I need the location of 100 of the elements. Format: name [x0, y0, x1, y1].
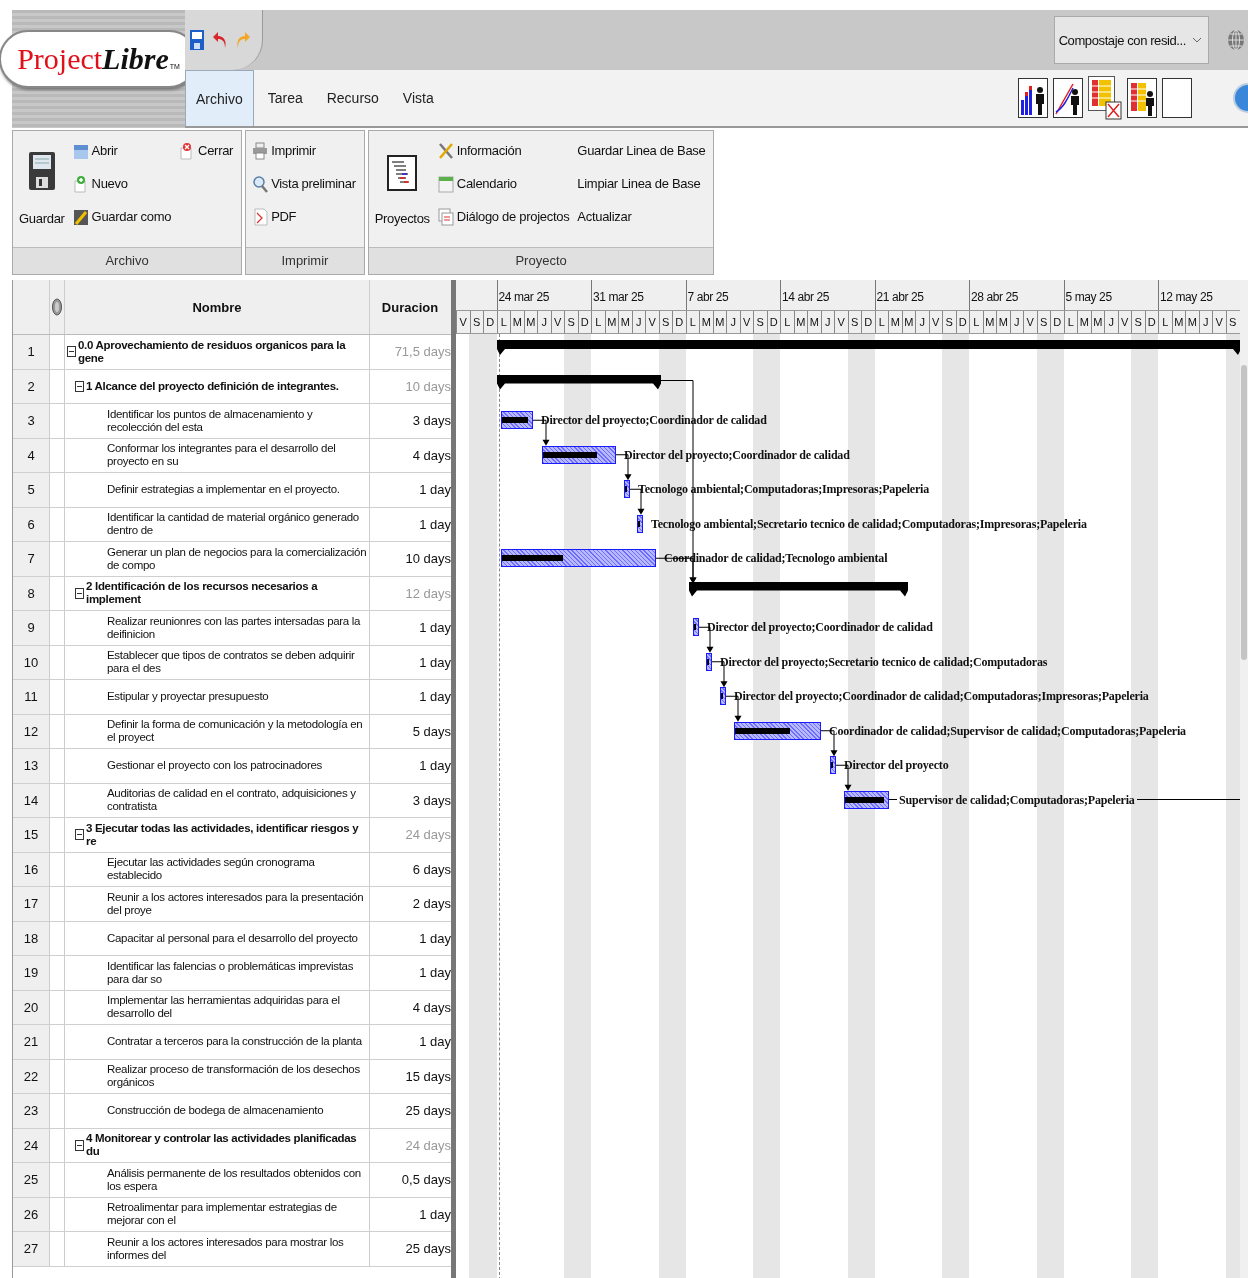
row-number: 1 — [13, 335, 50, 369]
magnifier-icon — [252, 174, 269, 193]
day-label: M — [1090, 311, 1104, 333]
week-label: 5 may 25 — [1063, 280, 1158, 310]
menu-tab[interactable]: Recurso — [316, 70, 389, 126]
globe-icon[interactable] — [1227, 29, 1245, 51]
summary-bar[interactable] — [689, 581, 908, 597]
duration-cell-text: 4 days — [411, 446, 452, 465]
printer-icon — [252, 141, 269, 160]
ribbon-button[interactable]: Diálogo de projectos — [435, 201, 572, 232]
ribbon-button[interactable]: Nuevo — [70, 168, 174, 199]
ribbon-button[interactable]: Proyectos — [372, 135, 432, 232]
duration-cell-text: 1 day — [418, 481, 452, 500]
day-label: V — [1117, 311, 1131, 333]
row-number: 10 — [13, 645, 50, 679]
task-bar[interactable] — [542, 445, 616, 464]
day-label: V — [645, 311, 659, 333]
row-number: 16 — [13, 852, 50, 886]
day-label: S — [942, 311, 956, 333]
task-name: Identificar las falencias o problemáticas imprevistas para dar so — [107, 959, 355, 986]
task-bar[interactable] — [693, 618, 699, 637]
scrollbar[interactable] — [1240, 280, 1248, 1278]
ribbon-button[interactable]: Imprimir — [250, 135, 358, 166]
resource-label: Director del proyecto;Coordinador de calidad — [707, 619, 933, 636]
ribbon-button[interactable]: Vista preliminar — [250, 168, 358, 199]
task-name: Análisis permanente de los resultados obtenidos con los espera — [107, 1166, 362, 1193]
day-label: L — [874, 311, 888, 333]
blank-view-icon[interactable] — [1162, 78, 1192, 118]
duration-cell-text: 25 days — [404, 1102, 452, 1121]
duration-cell-text: 10 days — [404, 550, 452, 569]
project-dropdown[interactable]: Compostaje con resid... — [1053, 16, 1209, 64]
ribbon-button[interactable]: Guardar como — [70, 201, 174, 232]
task-bar[interactable] — [624, 480, 630, 499]
task-bar[interactable] — [706, 652, 712, 671]
day-label: V — [739, 311, 753, 333]
day-label: M — [510, 311, 524, 333]
duration-cell-text: 1 day — [418, 929, 452, 948]
duration-cell-text: 25 days — [404, 1240, 452, 1259]
task-name: Generar un plan de negocios para la comercialización de compo — [107, 545, 368, 572]
day-label: L — [591, 311, 605, 333]
ribbon-button[interactable]: Abrir — [70, 135, 174, 166]
day-label: M — [982, 311, 996, 333]
task-name: Estipular y proyectar presupuesto — [107, 690, 269, 704]
ribbon-button[interactable]: Guardar — [17, 135, 67, 232]
day-label: M — [712, 311, 726, 333]
summary-bar[interactable] — [497, 374, 661, 390]
summary-bar[interactable] — [497, 340, 1240, 355]
histogram-view-icon[interactable] — [1018, 78, 1048, 118]
ribbon-button[interactable]: PDF — [250, 201, 358, 232]
row-number: 20 — [13, 990, 50, 1024]
ribbon-button[interactable]: Información — [435, 135, 572, 166]
table-view-icon[interactable] — [1127, 78, 1157, 118]
collapse-toggle[interactable] — [67, 346, 76, 358]
task-bar[interactable] — [844, 790, 889, 809]
line-chart-view-icon[interactable] — [1053, 78, 1083, 118]
day-label: S — [469, 311, 483, 333]
collapse-toggle[interactable] — [75, 1139, 84, 1151]
column-header[interactable]: Nombre — [65, 280, 370, 334]
task-name: Capacitar al personal para el desarrollo del proyecto — [107, 931, 358, 945]
tools-icon — [437, 141, 454, 160]
day-label: M — [699, 311, 713, 333]
day-label: D — [861, 311, 875, 333]
save-icon[interactable] — [189, 28, 205, 52]
day-label: D — [955, 311, 969, 333]
ribbon-button[interactable]: Guardar Linea de Base — [575, 135, 708, 166]
duration-cell-text: 1 day — [418, 619, 452, 638]
menu-tab[interactable]: Vista — [392, 70, 444, 126]
resource-label: Director del proyecto — [844, 757, 949, 774]
ribbon-button[interactable]: Actualizar — [575, 201, 708, 232]
menu-tab[interactable]: Tarea — [257, 70, 313, 126]
menu-tab[interactable]: Archivo — [185, 70, 254, 126]
collapse-toggle[interactable] — [75, 380, 84, 392]
task-bar[interactable] — [637, 514, 643, 533]
task-bar[interactable] — [720, 687, 726, 706]
task-bar[interactable] — [501, 549, 656, 568]
row-number: 7 — [13, 542, 50, 576]
task-name: Ejecutar las actividades según cronograma establecido — [107, 856, 316, 883]
day-label: S — [1225, 311, 1239, 333]
task-bar[interactable] — [734, 721, 821, 740]
ribbon-button[interactable]: Calendario — [435, 168, 572, 199]
task-bar[interactable] — [501, 411, 533, 430]
duration-cell-text: 1 day — [418, 757, 452, 776]
table-remove-icon[interactable] — [1088, 76, 1122, 120]
ribbon-button[interactable]: Cerrar — [177, 135, 236, 166]
collapse-toggle[interactable] — [75, 587, 84, 599]
collapse-toggle[interactable] — [75, 829, 84, 841]
day-label: L — [685, 311, 699, 333]
task-name: Retroalimentar para implementar estrategias de mejorar con el — [107, 1201, 338, 1228]
row-number: 23 — [13, 1094, 50, 1128]
task-name: 1 Alcance del proyecto definición de integrantes. — [86, 379, 339, 393]
help-icon[interactable] — [1232, 83, 1248, 113]
task-bar[interactable] — [830, 756, 836, 775]
sheets-icon — [437, 207, 454, 226]
ribbon-button[interactable]: Limpiar Linea de Base — [575, 168, 708, 199]
row-number: 5 — [13, 473, 50, 507]
day-label: M — [1077, 311, 1091, 333]
chevron-down-icon — [1192, 37, 1202, 43]
row-number: 3 — [13, 404, 50, 438]
duration-cell-text: 24 days — [404, 1136, 452, 1155]
dependency-line — [889, 799, 897, 801]
